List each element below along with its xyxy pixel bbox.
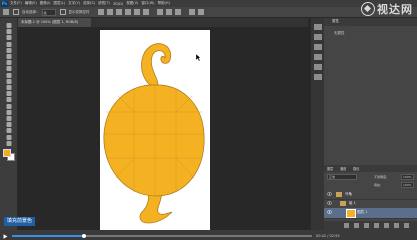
playback-time: 00:42 / 02:55	[316, 234, 340, 238]
folder-icon	[340, 201, 346, 206]
opacity-input[interactable]: 100%	[401, 174, 414, 180]
tab-layers[interactable]: 图层	[327, 166, 333, 171]
photoshop-logo: Ps	[1, 0, 8, 7]
blend-row: 正常 不透明度： 100%	[324, 173, 417, 181]
swatches-panel-icon[interactable]	[314, 64, 322, 70]
new-layer-icon[interactable]	[394, 223, 399, 228]
link-layers-icon[interactable]	[344, 223, 349, 228]
auto-select-label: 自动选择：	[22, 9, 40, 14]
cursor-icon	[195, 53, 201, 62]
fill-label: 填充：	[374, 183, 384, 187]
mask-icon[interactable]	[364, 223, 369, 228]
opacity-label: 不透明度：	[374, 175, 390, 179]
no-properties-label: 无属性	[334, 31, 345, 35]
distribute-icon-2[interactable]	[165, 9, 172, 15]
menu-layer[interactable]: 图层(L)	[53, 1, 65, 6]
fx-icon[interactable]	[354, 223, 359, 228]
lock-row: 填充： 100%	[324, 181, 417, 189]
right-panel: 属性 无属性 图层 通道 路径 正常 不透明度： 100% 填充： 100% 乌…	[324, 18, 417, 230]
layer-name: 图层 1	[357, 210, 368, 214]
watermark-logo-icon	[361, 2, 375, 16]
collapsed-panels-strip	[310, 18, 324, 230]
menu-view[interactable]: 视图(V)	[126, 1, 138, 6]
subtitle-caption: 填充前景色	[4, 217, 36, 226]
progress-knob[interactable]	[82, 233, 86, 238]
menu-file[interactable]: 文件(F)	[10, 1, 22, 6]
align-vcenter-icon[interactable]	[106, 9, 113, 15]
new-group-icon[interactable]	[384, 223, 389, 228]
align-top-icon[interactable]	[97, 9, 104, 15]
foreground-color-swatch[interactable]	[3, 149, 11, 157]
watermark-text: 视达网	[377, 3, 413, 16]
turtle-head	[141, 43, 172, 86]
visibility-eye-icon[interactable]	[327, 192, 332, 196]
3d-mode-icon[interactable]	[188, 9, 195, 15]
menu-filter[interactable]: 滤镜(T)	[98, 1, 110, 6]
document-canvas[interactable]	[100, 30, 210, 230]
zoom-tool-icon[interactable]	[5, 140, 13, 147]
progress-bar[interactable]	[12, 233, 312, 238]
history-panel-icon[interactable]	[314, 24, 322, 30]
visibility-eye-icon[interactable]	[327, 210, 332, 214]
menu-bar: Ps 文件(F) 编辑(E) 图像(I) 图层(L) 文字(Y) 选择(S) 滤…	[0, 0, 417, 7]
align-bottom-icon[interactable]	[115, 9, 122, 15]
options-bar: 自动选择： 组 显示变换控件	[0, 7, 417, 18]
show-transform-checkbox[interactable]	[59, 9, 66, 15]
3d-orbit-icon[interactable]	[197, 9, 204, 15]
tab-channels[interactable]: 通道	[340, 166, 346, 171]
play-icon[interactable]	[3, 233, 8, 239]
tools-panel	[0, 18, 18, 240]
turtle-shell	[103, 84, 205, 197]
layer-name: 组 1	[349, 201, 356, 205]
layers-tabs: 图层 通道 路径	[324, 165, 417, 172]
video-player-bar: 00:42 / 02:55	[0, 232, 417, 240]
delete-layer-icon[interactable]	[404, 223, 409, 228]
progress-fill	[12, 235, 84, 237]
menu-image[interactable]: 图像(I)	[40, 1, 51, 6]
document-tabs: 未标题-1 @ 100% (图层 1, RGB/8)	[18, 18, 308, 27]
distribute-icon-3[interactable]	[174, 9, 181, 15]
move-tool-icon[interactable]	[3, 9, 9, 15]
paragraph-panel-icon[interactable]	[314, 54, 322, 60]
layer-name: 乌龟	[345, 192, 352, 196]
menu-3d[interactable]: 3D(D)	[113, 2, 123, 6]
menu-edit[interactable]: 编辑(E)	[25, 1, 37, 6]
adjustment-icon[interactable]	[374, 223, 379, 228]
blend-mode-select[interactable]: 正常	[327, 174, 357, 180]
menu-help[interactable]: 帮助(H)	[158, 1, 170, 6]
properties-tab[interactable]: 属性	[332, 19, 339, 24]
auto-select-checkbox[interactable]	[13, 9, 19, 15]
distribute-icon[interactable]	[156, 9, 163, 15]
menu-window[interactable]: 窗口(W)	[141, 1, 154, 6]
layer-thumbnail	[346, 209, 356, 218]
actions-panel-icon[interactable]	[314, 34, 322, 40]
visibility-eye-icon[interactable]	[327, 201, 332, 205]
menu-select[interactable]: 选择(S)	[83, 1, 95, 6]
turtle-shape[interactable]	[100, 30, 210, 230]
menu-type[interactable]: 文字(Y)	[68, 1, 80, 6]
auto-select-dropdown[interactable]: 组	[41, 8, 56, 16]
show-transform-label: 显示变换控件	[68, 9, 90, 14]
align-right-icon[interactable]	[142, 9, 149, 15]
document-tab[interactable]: 未标题-1 @ 100% (图层 1, RGB/8)	[18, 18, 91, 27]
styles-panel-icon[interactable]	[314, 74, 322, 80]
layer-row-selected[interactable]: 图层 1	[324, 208, 417, 219]
folder-icon	[336, 192, 342, 197]
auto-select-value: 组	[43, 10, 47, 15]
layers-footer	[324, 221, 417, 230]
align-left-icon[interactable]	[124, 9, 131, 15]
align-hcenter-icon[interactable]	[133, 9, 140, 15]
character-panel-icon[interactable]	[314, 44, 322, 50]
properties-header: 属性	[324, 18, 417, 26]
watermark: 视达网	[361, 0, 413, 18]
fill-input[interactable]: 100%	[401, 182, 414, 188]
tab-paths[interactable]: 路径	[353, 166, 359, 171]
